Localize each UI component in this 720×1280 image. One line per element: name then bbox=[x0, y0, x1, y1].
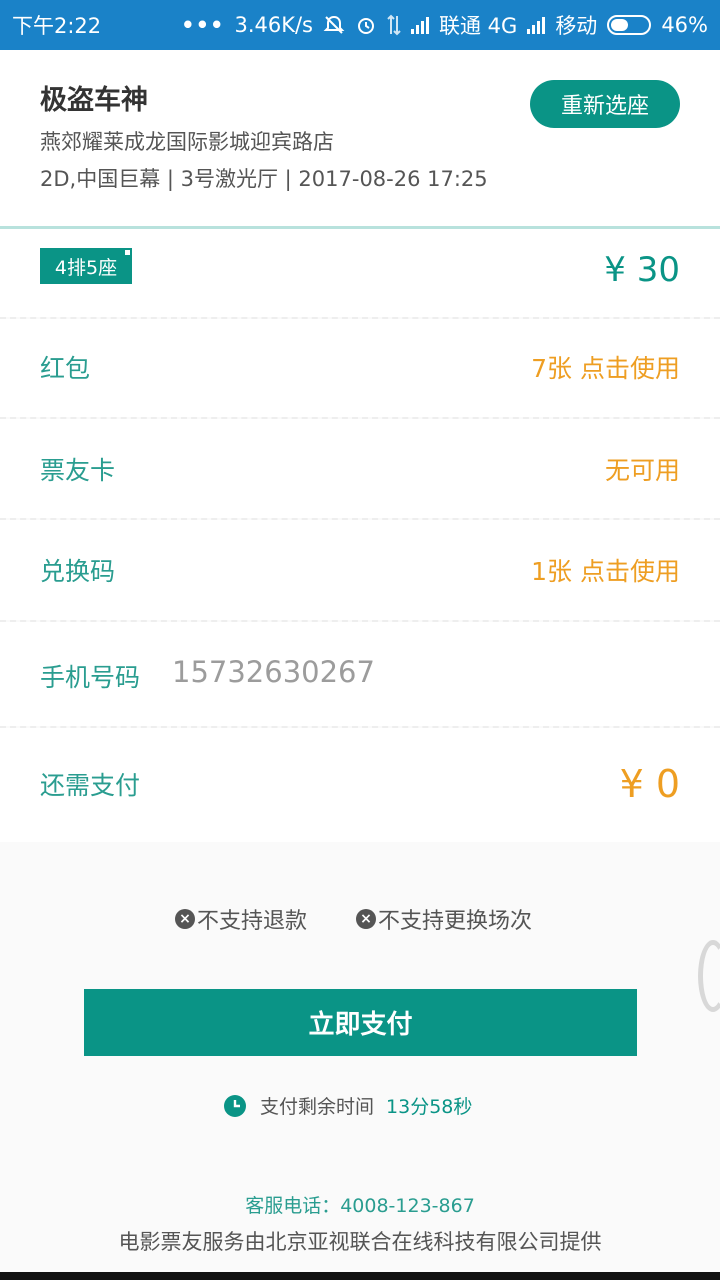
close-circle-icon: × bbox=[175, 909, 195, 929]
status-time: 下午2:22 bbox=[12, 14, 102, 38]
clock-icon bbox=[224, 1094, 246, 1117]
more-dots: ••• bbox=[181, 13, 225, 37]
red-packet-label: 红包 bbox=[40, 354, 91, 383]
no-refund-text: 不支持退款 bbox=[197, 909, 308, 934]
seat-badge: 4排5座 bbox=[40, 248, 132, 284]
phone-label: 手机号码 bbox=[40, 663, 141, 692]
ticket-price: ¥ 30 bbox=[604, 250, 680, 290]
no-change-notice: × 不支持更换场次 bbox=[356, 903, 532, 935]
need-pay-label: 还需支付 bbox=[40, 771, 141, 800]
carrier-2: 移动 bbox=[555, 14, 598, 38]
bottom-edge bbox=[0, 1272, 720, 1280]
close-circle-icon: × bbox=[356, 909, 376, 929]
network-speed: 3.46K/s bbox=[234, 13, 313, 37]
mute-icon bbox=[323, 15, 345, 34]
ticket-card-value: 无可用 bbox=[604, 456, 680, 485]
side-handle[interactable] bbox=[698, 940, 720, 1012]
movie-title: 极盗车神 bbox=[40, 85, 148, 116]
redeem-code-label: 兑换码 bbox=[40, 557, 116, 586]
movie-info-card: 极盗车神 燕郊耀莱成龙国际影城迎宾路店 2D,中国巨幕 | 3号激光厅 | 20… bbox=[0, 50, 720, 226]
need-pay-amount: ¥ 0 bbox=[619, 762, 680, 806]
status-bar: 下午2:22 ••• 3.46K/s 联通 4G 移动 46% bbox=[0, 0, 720, 50]
red-packet-use-link[interactable]: 7张 点击使用 bbox=[531, 349, 680, 385]
battery-percent: 46% bbox=[661, 13, 708, 37]
no-refund-notice: × 不支持退款 bbox=[175, 903, 307, 935]
alarm-icon bbox=[358, 18, 374, 34]
status-right: ••• 3.46K/s 联通 4G 移动 46% bbox=[181, 10, 708, 40]
phone-number-input[interactable]: 15732630267 bbox=[172, 655, 375, 689]
reselect-seat-button[interactable]: 重新选座 bbox=[530, 80, 680, 128]
pay-now-button[interactable]: 立即支付 bbox=[84, 989, 637, 1056]
timer-label: 支付剩余时间 bbox=[260, 1096, 375, 1118]
ticket-card-label: 票友卡 bbox=[40, 456, 116, 485]
no-change-text: 不支持更换场次 bbox=[378, 909, 533, 934]
cinema-name: 燕郊耀莱成龙国际影城迎宾路店 bbox=[40, 130, 334, 154]
payment-timer: 支付剩余时间 13分58秒 bbox=[224, 1092, 472, 1119]
carrier-1: 联通 4G bbox=[439, 14, 518, 38]
show-info: 2D,中国巨幕 | 3号激光厅 | 2017-08-26 17:25 bbox=[40, 167, 488, 191]
battery-icon bbox=[607, 15, 652, 35]
signal-icon-1 bbox=[411, 16, 429, 34]
timer-remaining: 13分58秒 bbox=[386, 1096, 473, 1118]
signal-icon-2 bbox=[527, 16, 546, 34]
provider-text: 电影票友服务由北京亚视联合在线科技有限公司提供 bbox=[118, 1230, 602, 1254]
service-phone[interactable]: 客服电话：4008-123-867 bbox=[0, 1191, 720, 1218]
data-transfer-icon bbox=[387, 14, 401, 36]
redeem-code-use-link[interactable]: 1张 点击使用 bbox=[531, 552, 680, 588]
